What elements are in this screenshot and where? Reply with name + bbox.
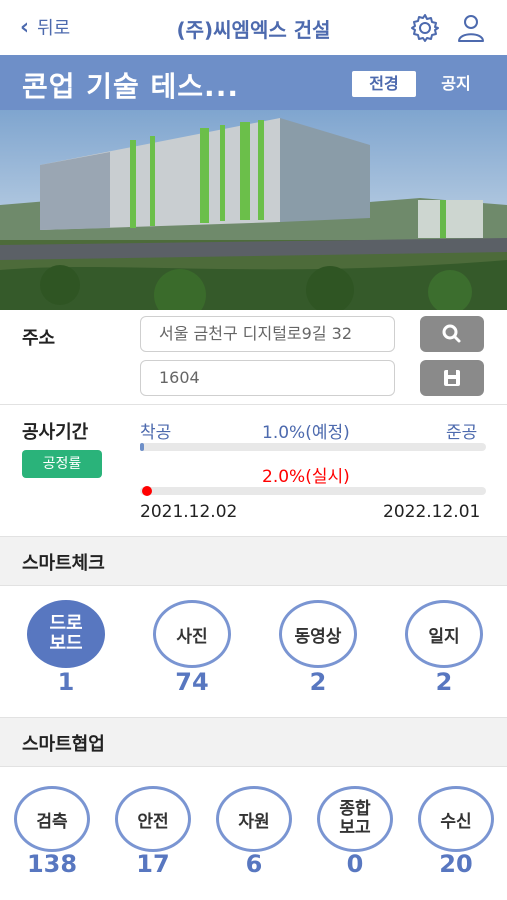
planned-progress-text: 1.0%(예정) (262, 423, 350, 443)
inbox-label: 수신 (440, 811, 472, 832)
save-icon (444, 370, 460, 386)
actual-progress-bar (140, 486, 486, 496)
safety-count: 17 (136, 850, 170, 878)
resource-label: 자원 (238, 811, 270, 832)
smart-collab-header: 스마트협업 (0, 717, 507, 767)
drawboard-count: 1 (57, 668, 75, 696)
journal-button[interactable]: 일지 (405, 600, 483, 668)
actual-progress-marker (141, 486, 152, 496)
address-detail-field[interactable]: 1604 (140, 360, 395, 396)
address-label: 주소 (22, 328, 56, 349)
address-field[interactable]: 서울 금천구 디지털로9길 32 (140, 316, 395, 352)
section-title: 스마트협업 (22, 734, 105, 755)
photo-count: 74 (175, 668, 209, 696)
planned-progress-bar (140, 443, 486, 451)
search-icon (442, 324, 461, 343)
photo-button[interactable]: 사진 (153, 600, 231, 668)
start-date: 2021.12.02 (140, 502, 238, 522)
start-label: 착공 (140, 423, 172, 443)
report-count: 0 (346, 850, 364, 878)
user-icon[interactable] (455, 12, 487, 44)
end-label: 준공 (446, 423, 478, 443)
photo-label: 사진 (176, 626, 208, 647)
inbox-count: 20 (439, 850, 473, 878)
smart-check-header: 스마트체크 (0, 536, 507, 586)
video-count: 2 (309, 668, 327, 696)
section-title: 스마트체크 (22, 553, 105, 574)
top-bar: ‹ 뒤로 (주)씨엠엑스 건설 (0, 0, 507, 55)
planned-progress-fill (140, 443, 144, 451)
chevron-left-icon: ‹ (20, 14, 30, 40)
end-date: 2022.12.01 (383, 502, 481, 522)
report-button[interactable]: 종합 보고 (317, 786, 393, 852)
report-label: 종합 보고 (339, 799, 371, 838)
video-label: 동영상 (294, 626, 342, 647)
actual-progress-text: 2.0%(실시) (262, 467, 350, 487)
project-title: 콘업 기술 테스... (22, 70, 239, 103)
back-button[interactable]: ‹ 뒤로 (20, 14, 70, 40)
inspection-button[interactable]: 검측 (14, 786, 90, 852)
inspection-count: 138 (26, 850, 78, 878)
journal-label: 일지 (428, 626, 460, 647)
inspection-label: 검측 (36, 811, 68, 832)
tab-overview[interactable]: 전경 (352, 71, 416, 97)
resource-count: 6 (245, 850, 263, 878)
gear-icon[interactable] (409, 12, 441, 44)
back-label: 뒤로 (37, 18, 71, 39)
schedule-label: 공사기간 (22, 422, 89, 443)
video-button[interactable]: 동영상 (279, 600, 357, 668)
project-title-bar: 콘업 기술 테스... 전경 공지 (0, 55, 507, 110)
drawboard-label: 드로 보드 (49, 613, 83, 654)
tab-notice[interactable]: 공지 (430, 71, 482, 97)
divider (0, 404, 507, 405)
building-photo (0, 110, 507, 310)
inbox-button[interactable]: 수신 (418, 786, 494, 852)
progress-rate-badge[interactable]: 공정률 (22, 450, 102, 478)
resource-button[interactable]: 자원 (216, 786, 292, 852)
search-button[interactable] (420, 316, 484, 352)
safety-button[interactable]: 안전 (115, 786, 191, 852)
safety-label: 안전 (137, 811, 169, 832)
drawboard-button[interactable]: 드로 보드 (27, 600, 105, 668)
save-button[interactable] (420, 360, 484, 396)
journal-count: 2 (435, 668, 453, 696)
